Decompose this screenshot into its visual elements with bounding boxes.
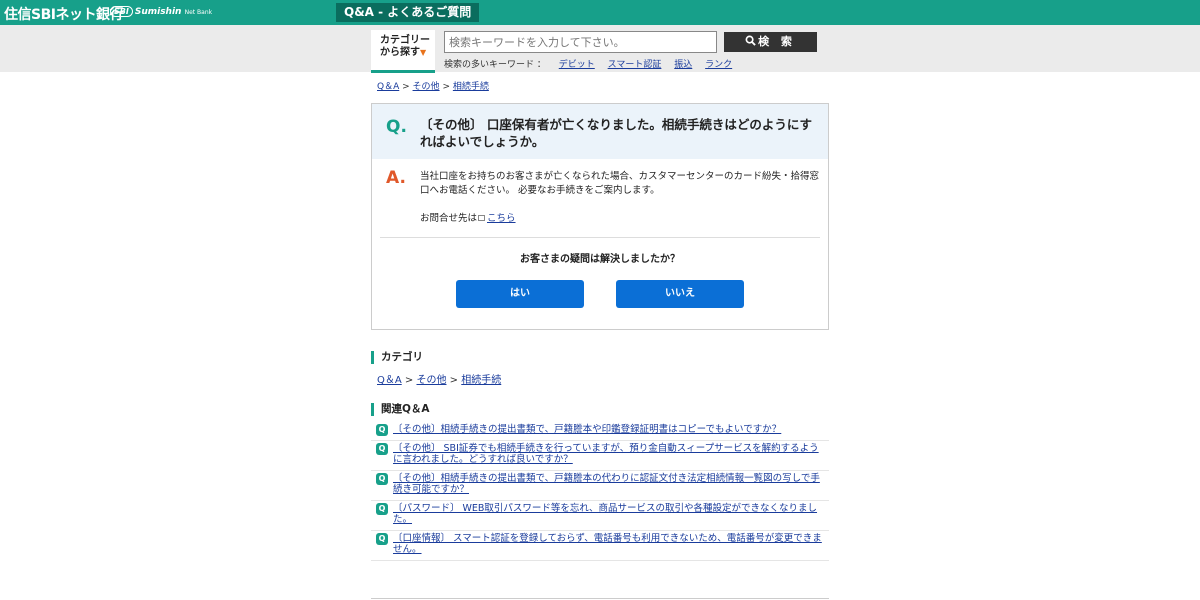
category-separator: > bbox=[404, 375, 414, 386]
related-qa-link[interactable]: 〔その他〕 SBI証券でも相続手続きを行っていますが、預り金自動スィープサービス… bbox=[393, 443, 819, 466]
breadcrumb: Q＆A > その他 > 相続手続 bbox=[377, 79, 489, 92]
contact-link[interactable]: こちら bbox=[487, 213, 516, 224]
chevron-down-icon: ▼ bbox=[420, 48, 427, 57]
brand-en: Sumishin bbox=[134, 7, 182, 17]
category-button-line2: から探す bbox=[380, 47, 420, 58]
yes-button[interactable]: はい bbox=[456, 280, 584, 308]
breadcrumb-inheritance[interactable]: 相続手続 bbox=[453, 82, 489, 92]
breadcrumb-other[interactable]: その他 bbox=[413, 82, 440, 92]
keyword-link-transfer[interactable]: 振込 bbox=[674, 60, 692, 70]
category-button-line1: カテゴリー bbox=[380, 35, 430, 46]
category-link-qa[interactable]: Q＆A bbox=[377, 375, 402, 386]
brand-logo-en: SBI Sumishin Net Bank bbox=[110, 6, 212, 17]
q-badge-icon: Q bbox=[376, 424, 388, 436]
category-section-title: カテゴリ bbox=[371, 351, 423, 364]
q-badge-icon: Q bbox=[376, 442, 388, 455]
bottom-divider bbox=[371, 598, 829, 599]
q-badge-icon: Q bbox=[376, 472, 388, 485]
search-input[interactable] bbox=[444, 31, 717, 53]
q-badge-icon: Q bbox=[376, 502, 388, 515]
category-separator: > bbox=[449, 375, 459, 386]
search-button-label: 検 索 bbox=[758, 35, 796, 48]
contact-line: お問合せ先は こちら bbox=[420, 210, 516, 224]
keyword-link-debit[interactable]: デビット bbox=[559, 60, 595, 70]
qa-card: Q. 〔その他〕 口座保有者が亡くなりました。相続手続きはどのようにすればよいで… bbox=[371, 103, 829, 330]
contact-label: お問合せ先は bbox=[420, 213, 478, 224]
category-link-other[interactable]: その他 bbox=[416, 375, 446, 386]
related-qa-link[interactable]: 〔パスワード〕 WEB取引パスワード等を忘れ、商品サービスの取引や各種設定ができ… bbox=[393, 503, 817, 526]
top-bar: 住信SBIネット銀行 SBI Sumishin Net Bank Q&A - よく… bbox=[0, 0, 1200, 25]
related-qa-link[interactable]: 〔その他〕相続手続きの提出書類で、戸籍謄本や印鑑登録証明書はコピーでもよいですか… bbox=[393, 424, 781, 435]
keyword-link-smart-auth[interactable]: スマート認証 bbox=[608, 60, 662, 70]
related-section-title: 関連Q＆A bbox=[371, 403, 430, 416]
search-button[interactable]: 検 索 bbox=[724, 32, 817, 52]
category-link-inheritance[interactable]: 相続手続 bbox=[461, 375, 501, 386]
brand-en-sub: Net Bank bbox=[184, 9, 213, 16]
category-browse-button[interactable]: カテゴリー から探す▼ bbox=[371, 30, 435, 73]
question-text: 〔その他〕 口座保有者が亡くなりました。相続手続きはどのようにすればよいでしょう… bbox=[420, 117, 812, 149]
popular-keywords-label: 検索の多いキーワード ： bbox=[444, 60, 546, 70]
question-mark-icon: Q. bbox=[386, 117, 407, 137]
breadcrumb-qa[interactable]: Q＆A bbox=[377, 82, 399, 92]
q-badge-icon: Q bbox=[376, 532, 388, 545]
breadcrumb-separator: > bbox=[442, 82, 450, 92]
related-qa-link[interactable]: 〔口座情報〕 スマート認証を登録しておらず、電話番号も利用できないため、電話番号… bbox=[393, 533, 822, 556]
list-item: Q 〔パスワード〕 WEB取引パスワード等を忘れ、商品サービスの取引や各種設定が… bbox=[371, 501, 829, 531]
search-icon bbox=[745, 35, 756, 46]
list-item: Q 〔その他〕相続手続きの提出書類で、戸籍謄本の代わりに認証文付き法定相続情報一… bbox=[371, 471, 829, 501]
answer-text: 当社口座をお持ちのお客さまが亡くなられた場合、カスタマーセンターのカード紛失・拾… bbox=[420, 171, 820, 196]
new-window-icon bbox=[478, 215, 486, 221]
breadcrumb-separator: > bbox=[402, 82, 410, 92]
list-item: Q 〔その他〕相続手続きの提出書類で、戸籍謄本や印鑑登録証明書はコピーでもよいで… bbox=[371, 422, 829, 441]
divider bbox=[380, 237, 820, 238]
popular-keywords: 検索の多いキーワード ： デビット スマート認証 振込 ランク bbox=[444, 57, 732, 70]
sbi-logo-mark: SBI bbox=[110, 6, 133, 17]
category-links: Q＆A > その他 > 相続手続 bbox=[377, 371, 501, 386]
answer-mark-icon: A. bbox=[386, 168, 406, 188]
related-qa-list: Q 〔その他〕相続手続きの提出書類で、戸籍謄本や印鑑登録証明書はコピーでもよいで… bbox=[371, 422, 829, 561]
related-qa-link[interactable]: 〔その他〕相続手続きの提出書類で、戸籍謄本の代わりに認証文付き法定相続情報一覧図… bbox=[393, 473, 820, 496]
list-item: Q 〔その他〕 SBI証券でも相続手続きを行っていますが、預り金自動スィープサー… bbox=[371, 441, 829, 471]
list-item: Q 〔口座情報〕 スマート認証を登録しておらず、電話番号も利用できないため、電話… bbox=[371, 531, 829, 561]
no-button[interactable]: いいえ bbox=[616, 280, 744, 308]
feedback-question: お客さまの疑問は解決しましたか？ bbox=[520, 254, 680, 265]
brand-logo[interactable]: 住信SBIネット銀行 bbox=[4, 4, 123, 24]
keyword-link-rank[interactable]: ランク bbox=[705, 60, 732, 70]
page-title: Q&A - よくあるご質問 bbox=[336, 3, 480, 22]
